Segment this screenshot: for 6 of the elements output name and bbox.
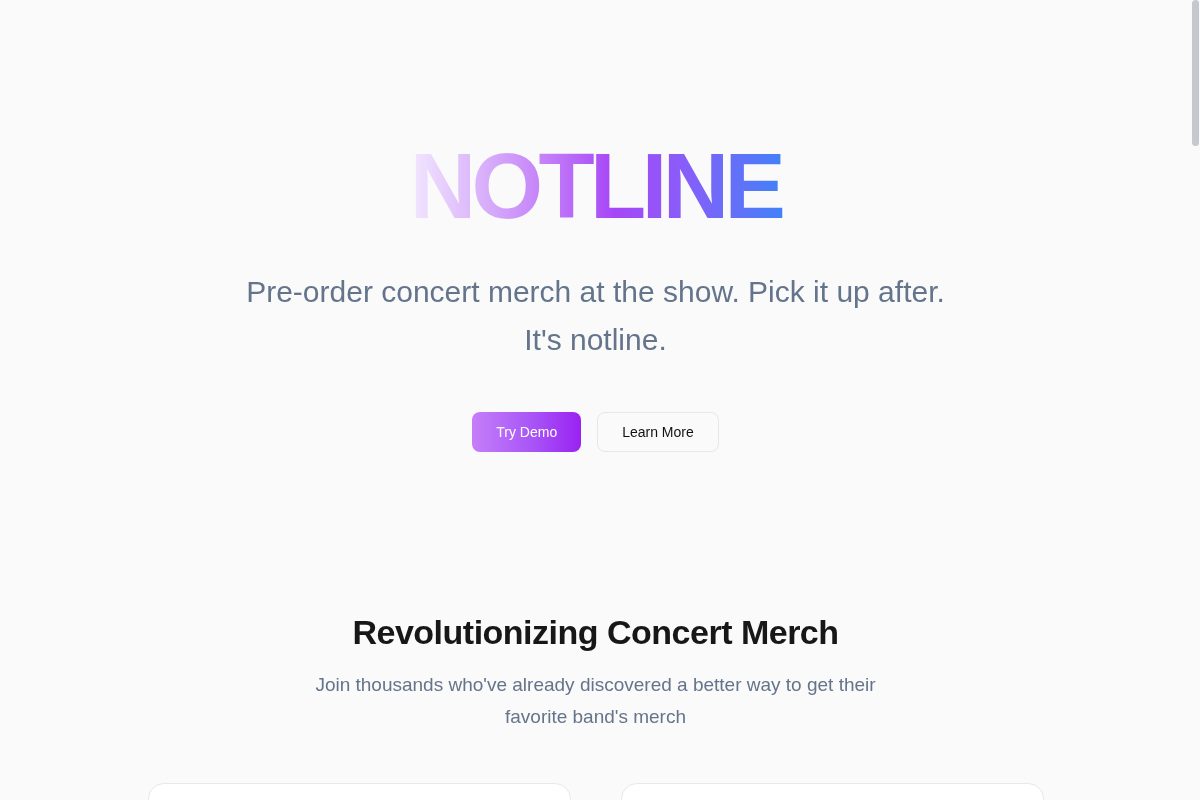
scrollbar-thumb[interactable]: [1192, 0, 1199, 146]
try-demo-button[interactable]: Try Demo: [472, 412, 582, 453]
section-heading: Revolutionizing Concert Merch: [352, 612, 839, 654]
hero-tagline: Pre-order concert merch at the show. Pick it up after. It's notline.: [245, 274, 946, 359]
section-subheading: Join thousands who've already discovered a better way to get their favorite band's merch: [314, 673, 877, 730]
learn-more-button[interactable]: Learn More: [597, 412, 719, 453]
